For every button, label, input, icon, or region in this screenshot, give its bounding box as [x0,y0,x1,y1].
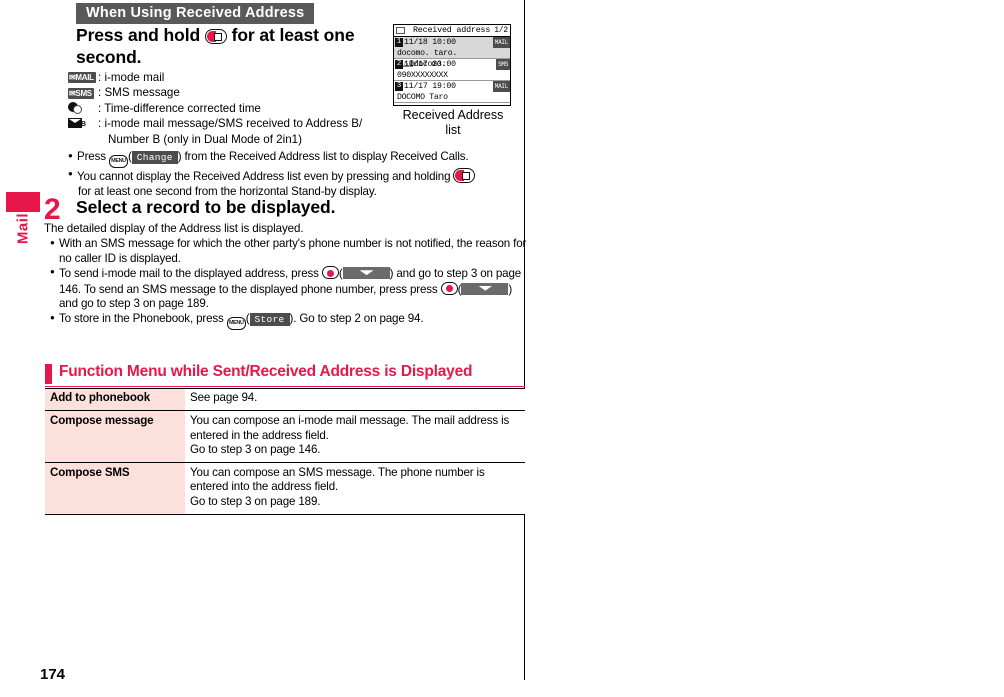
legend-text: : i-mode mail message/SMS received to Ad… [98,117,363,131]
step2-number: 2 [44,193,61,226]
legend-row: B : i-mode mail message/SMS received to … [68,116,362,131]
handset-title: Received address [412,25,491,35]
bullet-cannot-display: You cannot display the Received Address … [68,167,520,199]
manual-page: Mail 174 When Using Received Address Pre… [0,0,1004,697]
header-tick [45,364,52,384]
softkey-sms-envelope [461,282,509,295]
entry-address: docomo. taro. △△@docomo. [394,48,510,69]
legend-row: : Time-difference corrected time [68,101,362,116]
row-label: Compose message [45,410,185,464]
legend-continuation: Number B (only in Dual Mode of 2in1) [108,132,302,146]
entry-type-tag: MAIL [492,37,510,48]
legend-row: ✉SMS : SMS message [68,85,362,100]
mail-key-icon [453,168,476,183]
sms-badge-icon: ✉SMS [68,87,94,99]
softkey-change: Change [131,151,178,164]
envelope-b-icon: B [68,117,98,130]
handset-entry[interactable]: 2 11/17 23:00 SMS 090XXXXXXXX [394,59,510,81]
legend-text: : SMS message [98,86,180,100]
row-label: Add to phonebook [45,388,185,412]
handset-title-bar: Received address 1/2 [394,25,510,37]
legend-text: : Time-difference corrected time [98,101,261,115]
handset-page-indicator: 1/2 [494,26,508,35]
clock-icon [68,101,98,115]
side-tab-mail: Mail [6,192,40,278]
legend-row: ✉MAIL : i-mode mail [68,70,362,85]
step2-heading: Select a record to be displayed. [76,197,336,217]
book-icon [396,27,405,34]
entry-type-tag: MAIL [492,81,510,92]
center-key-icon [321,266,339,280]
step1-heading-part-c: second. [76,47,142,67]
icon-legend: ✉MAIL : i-mode mail ✉SMS : SMS message :… [68,70,362,147]
table-row: Compose SMS You can compose an SMS messa… [45,462,525,516]
center-key-icon [440,281,458,295]
header-underline [45,386,525,387]
mail-badge-icon: ✉MAIL [68,72,96,84]
row-value: See page 94. [185,388,525,412]
handset-entry[interactable]: 3 11/17 19:00 MAIL DOCOMO Taro [394,81,510,103]
handset-entry[interactable]: 1 11/18 10:00 MAIL docomo. taro. △△@doco… [394,37,510,69]
handset-caption: Received Address list [402,108,504,137]
mail-key-icon [204,29,227,44]
bullet-store-phonebook: To store in the Phonebook, press MENU(St… [50,311,528,330]
entry-datetime: 11/17 19:00 [404,82,456,91]
entry-datetime: 11/17 23:00 [404,60,456,69]
right-column: Dialing When the mail address is stored … [525,0,1004,697]
entry-address: 090XXXXXXXX [394,70,510,81]
bullet-send-imode-mail: To send i-mode mail to the displayed add… [50,265,528,312]
handset-entry-head: 1 11/18 10:00 MAIL [394,37,510,48]
step2-bullets: With an SMS message for which the other … [50,236,528,330]
section-banner: When Using Received Address [76,3,315,24]
handset-screenshot: Received address 1/2 1 11/18 10:00 MAIL … [393,24,511,106]
left-column: Mail 174 When Using Received Address Pre… [0,0,528,697]
function-menu-header: Function Menu while Sent/Received Addres… [45,363,525,387]
step1-heading-part-a: Press and hold [76,25,201,45]
page-number: 174 [40,666,66,683]
table-row: Compose message You can compose an i-mod… [45,410,525,464]
entry-type-tag: SMS [496,59,510,70]
function-menu-title: Function Menu while Sent/Received Addres… [59,363,473,380]
table-row: Add to phonebook See page 94. [45,388,525,412]
menu-key-icon: MENU [226,316,246,330]
bullet-sms-no-caller-id: With an SMS message for which the other … [50,236,528,266]
step1-heading-part-b: for at least one [231,25,355,45]
softkey-store: Store [249,312,290,326]
row-value: You can compose an SMS message. The phon… [185,462,525,516]
entry-address: DOCOMO Taro [394,92,510,103]
bullet-press-menu: Press MENU(Change) from the Received Add… [68,149,520,168]
side-tab-label: Mail [14,212,32,245]
step1-heading: Press and hold for at least one second. [76,24,376,68]
softkey-mail-envelope [342,267,390,280]
step2-body: The detailed display of the Address list… [44,222,304,235]
step1-bullets: Press MENU(Change) from the Received Add… [68,149,520,199]
handset-entry-head: 3 11/17 19:00 MAIL [394,81,510,92]
entry-datetime: 11/18 10:00 [404,38,456,47]
row-label: Compose SMS [45,462,185,516]
entry-index: 3 [395,82,403,91]
row-value: You can compose an i-mode mail message. … [185,410,525,464]
legend-text: : i-mode mail [98,71,165,84]
entry-index: 2 [395,60,403,69]
function-menu-table-left: Add to phonebook See page 94. Compose me… [45,388,525,516]
handset-entry-head: 2 11/17 23:00 SMS [394,59,510,70]
menu-key-icon: MENU [108,155,128,168]
entry-index: 1 [395,38,403,47]
